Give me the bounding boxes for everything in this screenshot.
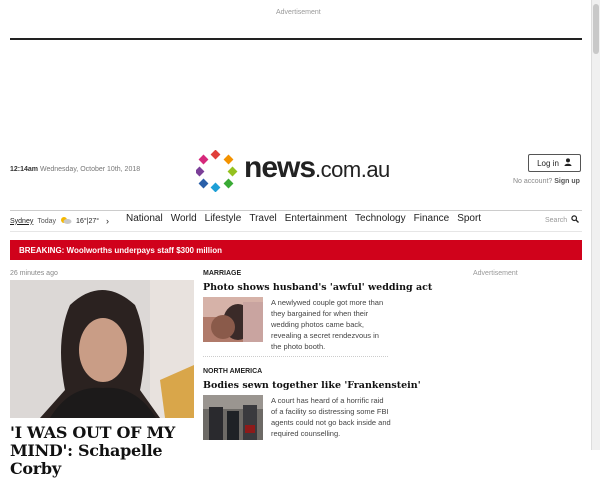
search-button[interactable]: Search bbox=[545, 215, 580, 225]
hero-headline-line2: MIND': Schapelle Corby bbox=[10, 441, 163, 478]
signup-prompt: No account? Sign up bbox=[513, 178, 580, 185]
nav-item-lifestyle[interactable]: Lifestyle bbox=[205, 213, 242, 224]
nav-item-national[interactable]: National bbox=[126, 213, 163, 224]
nav-top-divider bbox=[10, 210, 582, 211]
nav-item-world[interactable]: World bbox=[171, 213, 197, 224]
hero-image[interactable] bbox=[10, 280, 194, 418]
story-title[interactable]: Photo shows husband's 'awful' wedding ac… bbox=[203, 282, 432, 293]
no-account-text: No account? bbox=[513, 178, 553, 185]
story-thumbnail[interactable] bbox=[203, 297, 263, 342]
scrollbar-thumb[interactable] bbox=[593, 4, 599, 54]
weather-day: Today bbox=[37, 217, 57, 225]
hero-time-ago: 26 minutes ago bbox=[10, 270, 58, 277]
time-hours: 12:1 bbox=[10, 166, 25, 173]
weather-temps: 16°|27° bbox=[76, 217, 100, 225]
search-label: Search bbox=[545, 216, 568, 224]
story-section-label[interactable]: NORTH AMERICA bbox=[203, 368, 262, 375]
login-button[interactable]: Log in bbox=[528, 154, 581, 172]
nav-bottom-divider bbox=[10, 231, 582, 232]
top-divider bbox=[10, 38, 582, 40]
weather-city[interactable]: Sydney bbox=[10, 218, 33, 225]
story-section-label[interactable]: MARRIAGE bbox=[203, 270, 241, 277]
news-logo-icon[interactable] bbox=[194, 149, 238, 197]
login-label: Log in bbox=[537, 158, 559, 168]
main-nav: National World Lifestyle Travel Entertai… bbox=[126, 213, 481, 224]
story-summary: A newlywed couple got more than they bar… bbox=[271, 298, 384, 351]
story-title[interactable]: Bodies sewn together like 'Frankenstein' bbox=[203, 380, 421, 391]
logo-main-text: news bbox=[244, 151, 316, 184]
user-icon bbox=[564, 158, 572, 168]
story-thumbnail[interactable] bbox=[203, 395, 263, 440]
hero-headline-line1: 'I WAS OUT OF MY bbox=[10, 423, 176, 442]
weather-sun-cloud-icon bbox=[60, 216, 72, 226]
nav-item-sport[interactable]: Sport bbox=[457, 213, 481, 224]
signup-link[interactable]: Sign up bbox=[554, 178, 580, 185]
current-time: 12:14am bbox=[10, 166, 38, 173]
current-date: Wednesday, October 10th, 2018 bbox=[39, 166, 141, 173]
story-divider bbox=[203, 356, 388, 357]
nav-item-entertainment[interactable]: Entertainment bbox=[285, 213, 347, 224]
top-ad-label: Advertisement bbox=[276, 9, 321, 16]
side-ad-label: Advertisement bbox=[473, 270, 518, 277]
breaking-news-text: BREAKING: Woolworths underpays staff $30… bbox=[19, 245, 222, 255]
logo-suffix-text: .com.au bbox=[315, 157, 390, 182]
nav-item-travel[interactable]: Travel bbox=[249, 213, 276, 224]
news-logo-wordmark[interactable]: news.com.au bbox=[244, 151, 390, 185]
hero-headline[interactable]: 'I WAS OUT OF MY MIND': Schapelle Corby bbox=[10, 424, 210, 478]
nav-item-technology[interactable]: Technology bbox=[355, 213, 406, 224]
nav-item-finance[interactable]: Finance bbox=[414, 213, 450, 224]
chevron-right-icon[interactable]: › bbox=[106, 216, 109, 226]
current-datetime: 12:14am Wednesday, October 10th, 2018 bbox=[10, 166, 140, 173]
weather-widget[interactable]: Sydney Today 16°|27° › bbox=[10, 216, 109, 226]
search-icon bbox=[571, 215, 580, 225]
story-summary: A court has heard of a horrific raid of … bbox=[271, 396, 391, 438]
page-scrollbar[interactable] bbox=[591, 0, 600, 450]
breaking-news-bar[interactable]: BREAKING: Woolworths underpays staff $30… bbox=[10, 240, 582, 260]
time-minutes: 4am bbox=[24, 166, 39, 173]
